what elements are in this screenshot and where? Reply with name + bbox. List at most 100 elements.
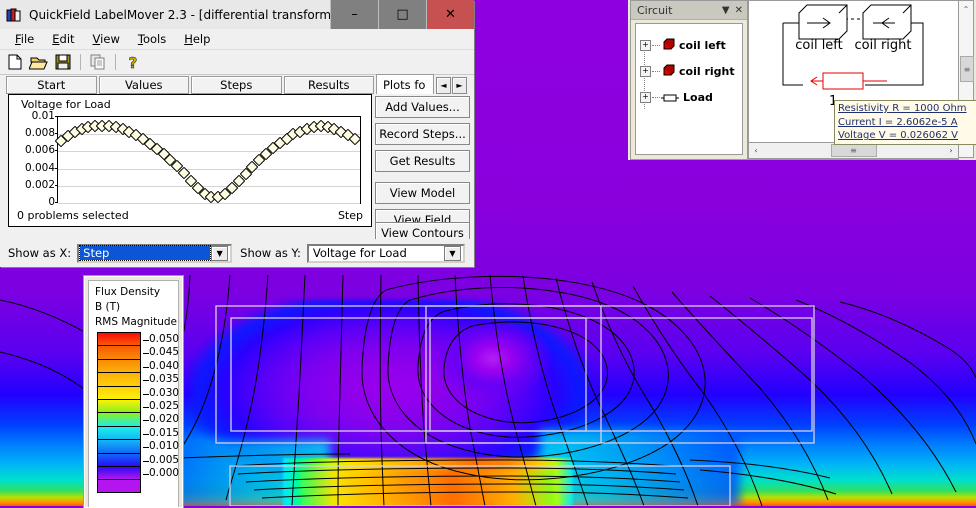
menubar[interactable]: File Edit View Tools Help: [0, 29, 474, 50]
show-as-y-label: Show as Y:: [240, 246, 301, 260]
tree-dots: [652, 96, 660, 98]
axis-selector-bar[interactable]: Show as X: Step ▼ Show as Y: Voltage for…: [0, 239, 474, 267]
chart-y-axis-labels: 0.01 0.008 0.006 0.004 0.002 0: [9, 109, 55, 209]
app-books-icon: [6, 7, 22, 23]
legend-swatch: [97, 479, 141, 493]
window-titlebar[interactable]: QuickField LabelMover 2.3 - [differentia…: [0, 0, 474, 29]
menu-help[interactable]: Help: [175, 30, 219, 48]
legend-title-line3: RMS Magnitude: [95, 316, 177, 328]
hscroll-thumb[interactable]: ≡: [830, 144, 877, 157]
chart-plot-area[interactable]: [54, 116, 362, 204]
legend-tick-label: 0.000: [149, 467, 180, 479]
legend-tick-label: 0.020: [149, 413, 180, 426]
expander-icon[interactable]: +: [640, 91, 651, 103]
menu-tools[interactable]: Tools: [129, 30, 175, 48]
show-as-y-value: Voltage for Load: [312, 246, 407, 260]
labelmover-main-window: QuickField LabelMover 2.3 - [differentia…: [0, 0, 474, 267]
tooltip-voltage: Voltage V = 0.026062 V: [838, 130, 958, 141]
tab-values[interactable]: Values: [98, 76, 189, 94]
view-contours-button[interactable]: View Contours: [375, 222, 470, 240]
circuit-pane-header[interactable]: Circuit ▼ ✕: [631, 1, 747, 20]
chart-gridline: [58, 185, 360, 187]
tab-start[interactable]: Start: [6, 76, 97, 94]
open-folder-icon[interactable]: [28, 52, 49, 72]
save-disk-icon[interactable]: [53, 52, 73, 72]
tab-results[interactable]: Results: [283, 76, 374, 94]
toolbar[interactable]: ?: [0, 50, 474, 75]
chart-gridline: [58, 151, 360, 153]
show-as-x-label: Show as X:: [8, 246, 72, 260]
tab-steps[interactable]: Steps: [191, 76, 282, 94]
scroll-right-icon[interactable]: ›: [944, 144, 958, 157]
load-properties-tooltip: Resistivity R = 1000 Ohm Current I = 2.6…: [834, 100, 976, 145]
menu-file[interactable]: File: [6, 30, 43, 48]
legend-tick-label: 0.005: [149, 453, 180, 466]
close-button[interactable]: ✕: [426, 0, 474, 29]
maximize-button[interactable]: □: [378, 0, 426, 29]
tooltip-resistivity: Resistivity R = 1000 Ohm: [838, 103, 967, 114]
show-as-x-value: Step: [79, 245, 212, 261]
expander-icon[interactable]: +: [640, 65, 651, 77]
legend-swatch: [97, 412, 141, 426]
copy-icon[interactable]: [88, 52, 108, 72]
view-contours-button-clipped[interactable]: View Contours: [375, 222, 470, 240]
circuit-tree-pane: Circuit ▼ ✕ + coil left + coil right + L…: [630, 0, 748, 160]
tree-item-coil-left[interactable]: + coil left: [636, 32, 742, 58]
show-as-x-combobox[interactable]: Step ▼: [77, 243, 233, 263]
chart-y-tick-label: 0.002: [24, 178, 55, 191]
legend-color-scale: 0.050 0.045 0.040 0.035 0.030 0.025 0.020 0.015…: [97, 332, 179, 493]
help-question-icon[interactable]: ?: [123, 52, 143, 73]
coil-right-label: coil right: [854, 38, 911, 53]
window-title: QuickField LabelMover 2.3 - [differentia…: [29, 7, 330, 22]
legend-swatch: [97, 385, 141, 399]
chart-x-axis-label: Step: [337, 209, 363, 222]
legend-title-line2: B (T): [95, 301, 121, 313]
circuit-horizontal-scrollbar[interactable]: ‹ ≡ ›: [748, 142, 959, 159]
add-values-button[interactable]: Add Values...: [375, 96, 470, 118]
minimize-button[interactable]: –: [330, 0, 378, 29]
coil-cube-icon: [661, 62, 675, 81]
tree-label: coil right: [679, 64, 735, 78]
close-icon[interactable]: ✕: [735, 5, 743, 16]
legend-tick-label: 0.040: [149, 359, 180, 372]
get-results-button[interactable]: Get Results: [375, 150, 470, 172]
tooltip-current: Current I = 2.6062e-5 A: [838, 116, 958, 128]
view-model-button[interactable]: View Model: [375, 182, 470, 204]
coil-cube-icon: [661, 36, 675, 55]
legend-tick-label: 0.035: [149, 373, 180, 386]
expander-icon[interactable]: +: [640, 39, 651, 51]
vscroll-thumb[interactable]: ≡: [960, 56, 974, 82]
tabstrip[interactable]: Start Values Steps Results Plots fo ◄ ►: [6, 74, 468, 94]
scroll-up-icon[interactable]: ⌃: [959, 1, 973, 17]
record-steps-button[interactable]: Record Steps...: [375, 123, 470, 145]
new-file-icon[interactable]: [5, 52, 25, 72]
chevron-down-icon[interactable]: ▼: [722, 5, 730, 16]
legend-tick-label: 0.015: [149, 426, 180, 439]
menu-edit[interactable]: Edit: [43, 30, 83, 48]
legend-swatch: [97, 345, 141, 359]
circuit-pane-title: Circuit: [637, 3, 673, 17]
tree-item-coil-right[interactable]: + coil right: [636, 58, 742, 84]
chevron-down-icon[interactable]: ▼: [211, 245, 229, 261]
action-buttons-panel[interactable]: Add Values... Record Steps... Get Result…: [375, 96, 470, 236]
chart-gridline: [58, 168, 360, 170]
tree-item-load[interactable]: + Load: [636, 84, 742, 110]
chart-y-tick-label: 0: [48, 196, 55, 208]
scroll-left-icon[interactable]: ‹: [749, 144, 763, 157]
menu-view[interactable]: View: [84, 30, 129, 48]
chevron-down-icon[interactable]: ▼: [443, 245, 461, 261]
legend-swatch: [97, 398, 141, 413]
tab-scroll-left-button[interactable]: ◄: [436, 77, 451, 94]
legend-swatch: [97, 425, 141, 440]
show-as-y-combobox[interactable]: Voltage for Load ▼: [306, 243, 465, 263]
plot-panel[interactable]: Voltage for Load 0.01 0.008 0.006 0.004 0.00…: [8, 94, 372, 227]
tree-dots: [652, 70, 660, 72]
toolbar-separator-2: [115, 54, 116, 70]
legend-tick-label: 0.010: [149, 440, 180, 453]
tree-label: Load: [683, 90, 713, 104]
tree-dots: [652, 44, 660, 46]
legend-swatch: [97, 452, 141, 466]
circuit-tree[interactable]: + coil left + coil right + Load: [635, 23, 743, 155]
tab-plots-for[interactable]: Plots fo: [376, 74, 434, 94]
tab-scroll-right-button[interactable]: ►: [452, 77, 467, 94]
